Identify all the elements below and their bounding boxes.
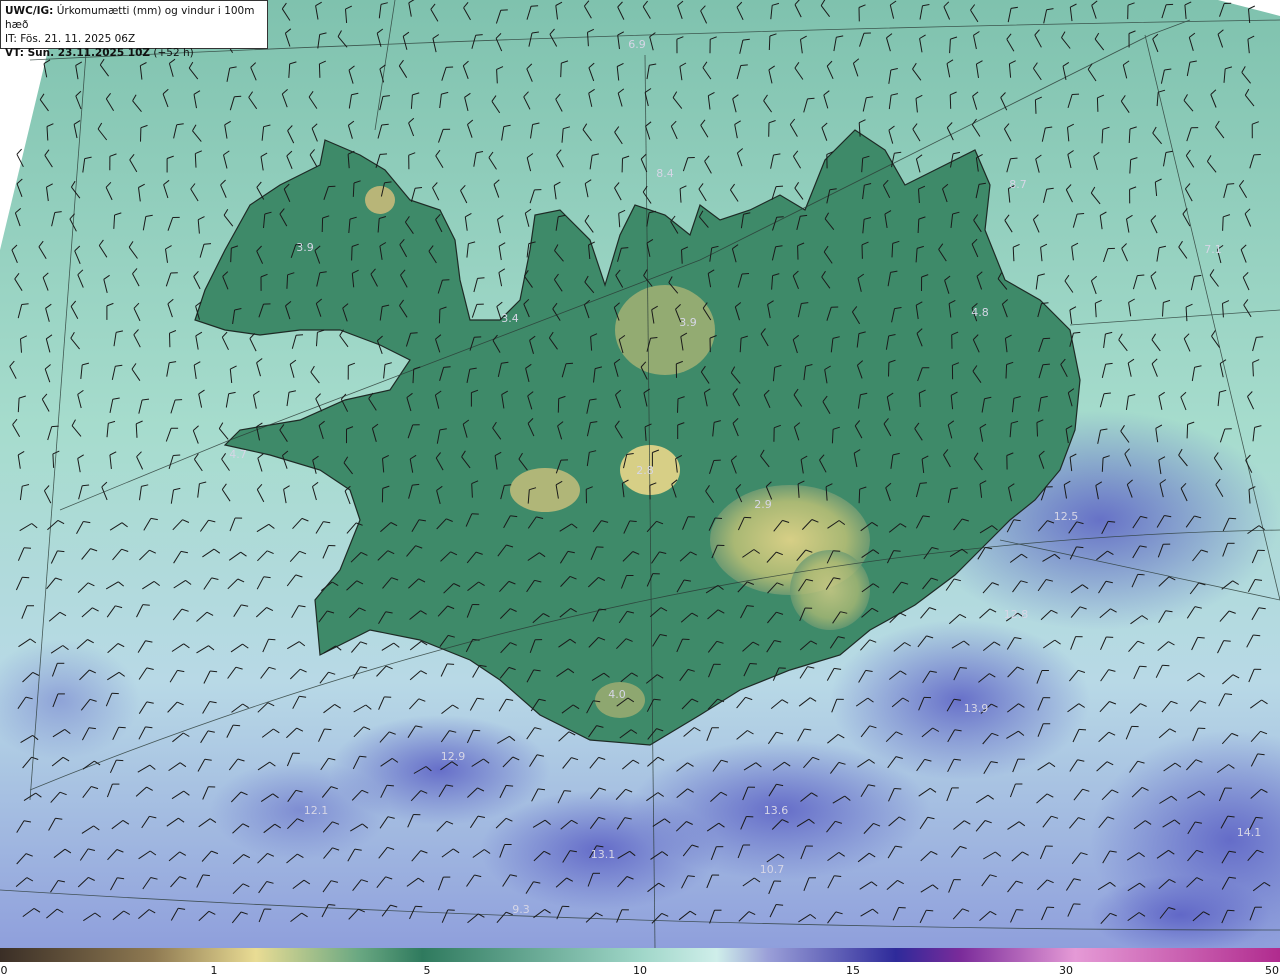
value-label: 8.4: [656, 167, 674, 180]
value-label: 13.9: [964, 702, 989, 715]
value-label: 4.8: [971, 306, 989, 319]
colorbar: 0 1 5 10 15 30 50: [0, 948, 1280, 978]
colorbar-tick-label: 10: [633, 964, 647, 977]
value-label: 2.9: [754, 498, 772, 511]
value-label: 9.3: [512, 903, 530, 916]
colorbar-tick-label: 0: [0, 964, 8, 977]
value-label: 12.1: [304, 804, 329, 817]
value-label: 3.9: [679, 316, 697, 329]
colorbar-tick-label: 30: [1059, 964, 1073, 977]
valid-time: VT: Sun. 23.11.2025 10Z: [5, 47, 151, 59]
value-label: 12.5: [1054, 510, 1079, 523]
valid-offset: (+52 h): [153, 47, 194, 59]
info-box: UWC/IG: Úrkomumætti (mm) og vindur i 100…: [0, 0, 268, 59]
issue-time: IT: Fös. 21. 11. 2025 06Z: [5, 33, 136, 45]
value-label: 3.4: [501, 312, 519, 325]
valid-line: VT: Sun. 23.11.2025 10Z (+52 h): [5, 46, 263, 60]
value-label: 6.9: [628, 38, 646, 51]
product-line: UWC/IG: Úrkomumætti (mm) og vindur i 100…: [5, 4, 263, 32]
value-label: 4.7: [229, 448, 247, 461]
value-label: 12.8: [1004, 608, 1029, 621]
colorbar-tick-label: 5: [423, 964, 431, 977]
value-label: 2.8: [636, 464, 654, 477]
product-code: UWC/IG:: [5, 5, 54, 17]
colorbar-tick-label: 15: [846, 964, 860, 977]
value-label: 3.9: [296, 241, 314, 254]
value-label: 4.0: [608, 688, 626, 701]
value-label: 12.9: [441, 750, 466, 763]
value-label: 14.1: [1237, 826, 1262, 839]
forecast-map[interactable]: 6.9 8.4 8.7 7.1 3.9 3.4 3.9 4.8 4.7 2.8 2.9 12.5 12.…: [0, 0, 1280, 948]
value-label: 10.7: [760, 863, 785, 876]
colorbar-labels: 0 1 5 10 15 30 50: [0, 964, 1280, 978]
value-label: 7.1: [1204, 243, 1222, 256]
colorbar-strip: [0, 948, 1280, 962]
value-label: 8.7: [1009, 178, 1027, 191]
colorbar-tick-label: 1: [210, 964, 218, 977]
colorbar-tick-label: 50: [1265, 964, 1279, 977]
value-label: 13.1: [591, 848, 616, 861]
value-label: 13.6: [764, 804, 789, 817]
